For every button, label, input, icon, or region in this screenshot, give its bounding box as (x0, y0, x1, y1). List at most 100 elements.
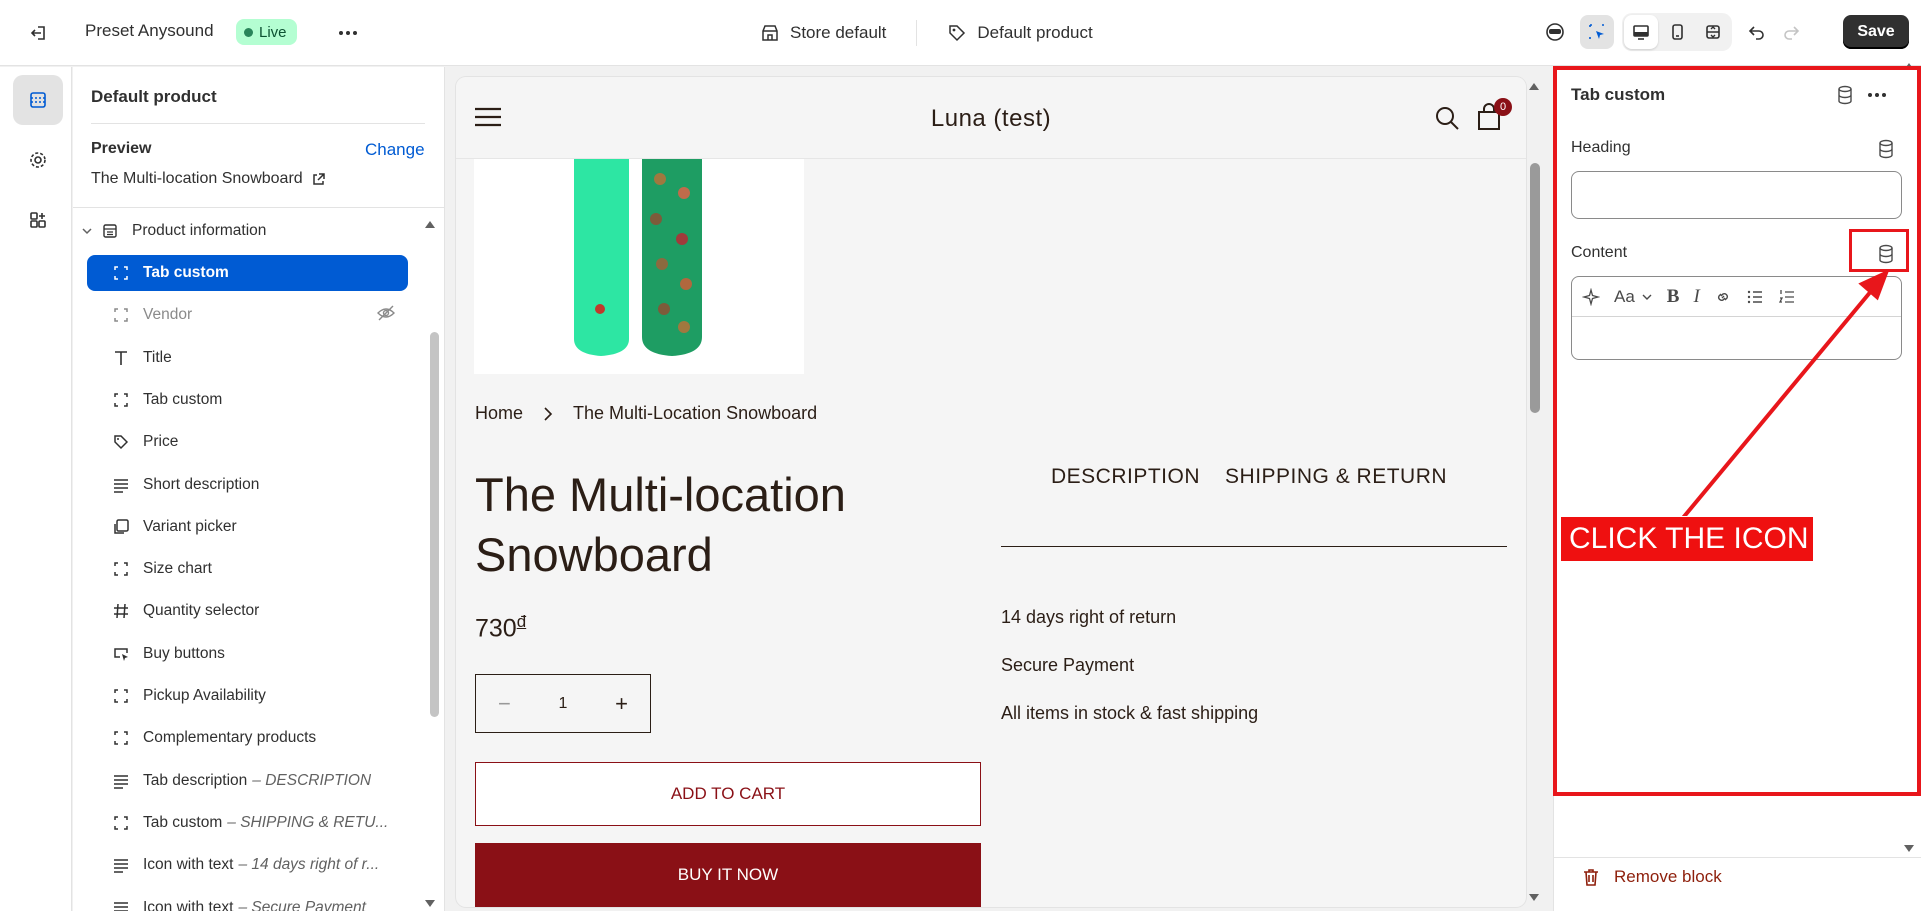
block-tree-item-label: Icon with text (143, 898, 234, 911)
dynamic-source-icon (1838, 85, 1852, 105)
change-preview-link[interactable]: Change (365, 140, 425, 160)
storefront-preview: Luna (test) 0 Home The Multi-Location Sn… (456, 77, 1526, 907)
product-tabs: DESCRIPTION SHIPPING & RETURN (1051, 465, 1447, 489)
undo-button[interactable] (1740, 15, 1774, 49)
scroll-down-arrow-icon (1904, 845, 1914, 852)
block-tree-item[interactable]: Tab custom (87, 382, 408, 418)
scroll-up-arrow-icon (1904, 63, 1914, 70)
scroll-down-arrow-icon (425, 900, 435, 907)
divider (1554, 857, 1921, 858)
tab-shipping-return[interactable]: SHIPPING & RETURN (1225, 465, 1447, 489)
mobile-view-button[interactable] (1660, 15, 1694, 49)
scroll-up-arrow-icon (1529, 83, 1539, 90)
block-tree-item-label: Tab description (143, 771, 248, 789)
numbered-list-icon[interactable] (1778, 288, 1796, 306)
link-icon[interactable] (1714, 288, 1732, 306)
block-tree-item[interactable]: Tab custom (87, 255, 408, 291)
block-tree-item[interactable]: Price (87, 424, 408, 460)
ai-assistant-button[interactable] (1538, 15, 1572, 49)
block-tree-item[interactable]: Variant picker (87, 509, 408, 545)
font-style-label: Aa (1614, 286, 1635, 306)
hidden-eye-icon[interactable] (376, 305, 396, 326)
remove-block-button[interactable]: Remove block (1582, 867, 1722, 887)
block-tree-item[interactable]: Icon with text – 14 days right of r... (87, 847, 408, 883)
live-label: Live (259, 23, 287, 41)
block-tree-item[interactable]: Vendor (87, 297, 408, 333)
quantity-decrease-button[interactable]: − (498, 691, 511, 717)
block-tree-item-label: Price (143, 433, 179, 451)
italic-icon[interactable]: I (1693, 286, 1699, 308)
product-image[interactable] (474, 159, 804, 374)
bullet-list-icon[interactable] (1746, 288, 1764, 306)
group-label: Product information (132, 222, 267, 239)
redo-button[interactable] (1774, 15, 1808, 49)
tab-description[interactable]: DESCRIPTION (1051, 465, 1200, 489)
desktop-view-button[interactable] (1624, 15, 1658, 49)
preview-scrollbar[interactable] (1530, 163, 1540, 413)
info-line: 14 days right of return (1001, 607, 1177, 627)
block-tree-item-label: Buy buttons (143, 644, 225, 662)
info-line: Secure Payment (1001, 655, 1135, 675)
preview-product-link[interactable]: The Multi-location Snowboard (91, 170, 326, 188)
block-tree-item[interactable]: Buy buttons (87, 636, 408, 672)
trash-icon (1584, 869, 1598, 886)
theme-settings-rail-button[interactable] (13, 135, 63, 185)
store-selector[interactable]: Store default (752, 23, 894, 43)
template-selector[interactable]: Default product (939, 23, 1100, 43)
store-title[interactable]: Luna (test) (456, 105, 1526, 133)
theme-more-actions-button[interactable] (333, 18, 363, 48)
block-tree-item-detail: – 14 days right of r... (238, 856, 380, 874)
store-header: Luna (test) 0 (456, 77, 1526, 159)
exit-editor-button[interactable] (24, 18, 54, 48)
quantity-increase-button[interactable]: + (615, 691, 628, 717)
store-label: Store default (790, 23, 887, 42)
font-style-dropdown[interactable]: Aa (1614, 287, 1653, 307)
block-tree-item[interactable]: Size chart (87, 551, 408, 587)
annotation-callout: CLICK THE ICON (1561, 517, 1813, 561)
tab-underline (1001, 546, 1507, 547)
bold-icon[interactable]: B (1667, 286, 1680, 308)
group-product-information[interactable]: Product information (73, 213, 418, 249)
apps-icon (30, 212, 46, 228)
buy-now-button[interactable]: BUY IT NOW (475, 843, 981, 907)
block-tree-item[interactable]: Complementary products (87, 720, 408, 756)
currency-symbol: đ (516, 612, 527, 631)
price-value: 730 (475, 614, 517, 643)
block-tree-item-detail: – SHIPPING & RETU... (227, 813, 389, 831)
block-tree-item[interactable]: Tab custom – SHIPPING & RETU... (87, 805, 408, 841)
block-tree-item[interactable]: Icon with text – Secure Payment (87, 890, 408, 911)
gear-icon (30, 152, 46, 168)
tab-block-icon (109, 391, 133, 409)
quantity-value[interactable]: 1 (559, 695, 568, 713)
block-tree-item[interactable]: Title (87, 340, 408, 376)
apps-rail-button[interactable] (13, 195, 63, 245)
sections-rail-button[interactable] (13, 75, 63, 125)
block-tree-item-label: Vendor (143, 306, 193, 324)
block-tree-item[interactable]: Short description (87, 467, 408, 503)
content-dynamic-source-icon[interactable] (1877, 244, 1895, 264)
block-tree-item[interactable]: Tab description – DESCRIPTION (87, 763, 408, 799)
content-rich-text-editor[interactable]: Aa B I (1571, 276, 1902, 360)
variant-icon (109, 518, 133, 536)
exit-icon (30, 26, 45, 40)
inspector-toggle-button[interactable] (1580, 15, 1614, 49)
sidebar-scrollbar[interactable] (430, 332, 439, 717)
block-tree-item-label: Tab custom (143, 813, 223, 831)
divider (73, 207, 444, 208)
block-tree-item[interactable]: Quantity selector (87, 593, 408, 629)
paragraph-icon (109, 772, 133, 790)
tab-block-icon (109, 687, 133, 705)
ai-generate-icon[interactable] (1582, 287, 1600, 306)
breadcrumb-home-link[interactable]: Home (475, 403, 523, 424)
save-button[interactable]: Save (1843, 15, 1909, 49)
sections-icon (30, 92, 46, 108)
heading-input[interactable] (1571, 171, 1902, 219)
full-width-view-button[interactable] (1696, 15, 1730, 49)
block-tree-item-label: Icon with text (143, 856, 234, 874)
context-selector: Store default Default product (752, 20, 1101, 46)
block-tree-item[interactable]: Pickup Availability (87, 678, 408, 714)
chevron-down-icon[interactable] (78, 225, 96, 237)
sidebar-title: Default product (91, 87, 217, 106)
add-to-cart-button[interactable]: ADD TO CART (475, 762, 981, 826)
chevron-right-icon (544, 406, 553, 421)
